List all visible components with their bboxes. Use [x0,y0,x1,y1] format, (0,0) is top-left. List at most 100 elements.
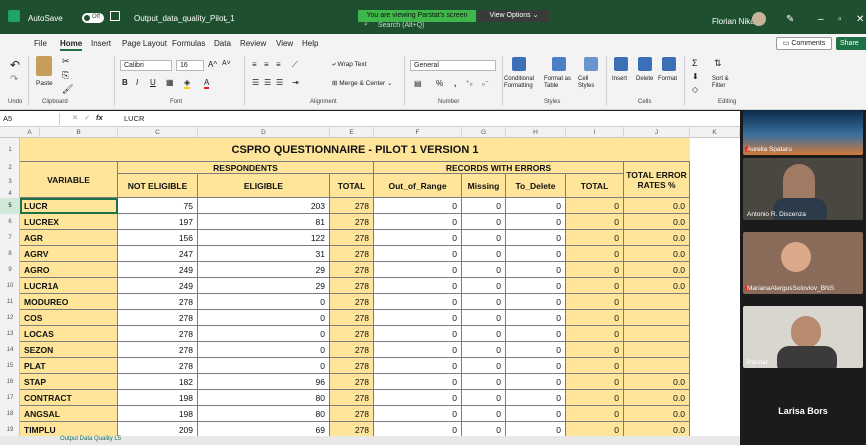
tab-review[interactable]: Review [240,39,266,48]
clear-icon[interactable]: ◇ [692,85,698,94]
cell-total[interactable]: 278 [330,246,374,262]
cell-rate[interactable] [624,358,690,374]
underline-icon[interactable]: U [150,78,156,87]
row-header[interactable]: 12 [0,310,20,326]
cell-err-total[interactable]: 0 [566,326,624,342]
maximize-icon[interactable]: ▫ [838,14,842,25]
cell-err-total[interactable]: 0 [566,246,624,262]
cell-rate[interactable]: 0.0 [624,390,690,406]
cell-total[interactable]: 278 [330,230,374,246]
cell-styles-label[interactable]: Cell Styles [578,76,606,90]
cell-eligible[interactable]: 80 [198,390,330,406]
autosave-toggle[interactable]: Off [82,13,104,23]
tab-file[interactable]: File [34,39,47,48]
font-name-select[interactable]: Calibri [120,60,172,71]
align-right-icon[interactable]: ☰ [276,78,283,87]
cell-to-delete[interactable]: 0 [506,390,566,406]
formula-input[interactable]: LUCR [124,114,144,123]
wrap-text-button[interactable]: ⤶ Wrap Text [332,61,366,69]
cell-to-delete[interactable]: 0 [506,262,566,278]
cell-rate[interactable] [624,310,690,326]
cell-missing[interactable]: 0 [462,326,506,342]
cell-not-eligible[interactable]: 182 [118,374,198,390]
column-header[interactable]: I [566,127,624,138]
undo-icon[interactable]: ↶ [10,58,24,72]
conditional-formatting-icon[interactable] [512,57,526,71]
cell-oor[interactable]: 0 [374,310,462,326]
row-header[interactable]: 1 [0,138,20,162]
cell-missing[interactable]: 0 [462,262,506,278]
cell-eligible[interactable]: 122 [198,230,330,246]
cell-total[interactable]: 278 [330,294,374,310]
cell-total[interactable]: 278 [330,374,374,390]
cell-err-total[interactable]: 0 [566,310,624,326]
column-header[interactable]: A [20,127,40,138]
delete-cells-icon[interactable] [638,57,652,71]
cell-variable[interactable]: COS [20,310,118,326]
cell-err-total[interactable]: 0 [566,358,624,374]
cell-oor[interactable]: 0 [374,390,462,406]
cell-rate[interactable]: 0.0 [624,374,690,390]
align-left-icon[interactable]: ☰ [252,78,259,87]
cell-rate[interactable]: 0.0 [624,198,690,214]
comma-icon[interactable]: , [454,79,456,88]
view-options-button[interactable]: View Options ⌄ [478,10,550,22]
cell-not-eligible[interactable]: 75 [118,198,198,214]
cell-to-delete[interactable]: 0 [506,358,566,374]
row-header[interactable]: 15 [0,358,20,374]
cell-err-total[interactable]: 0 [566,214,624,230]
cell-total[interactable]: 278 [330,358,374,374]
cell-to-delete[interactable]: 0 [506,374,566,390]
cell-variable[interactable]: SEZON [20,342,118,358]
cell-oor[interactable]: 0 [374,358,462,374]
row-header[interactable]: 4 [0,190,20,198]
merge-center-button[interactable]: ⊞ Merge & Center ⌄ [332,79,392,87]
cell-oor[interactable]: 0 [374,198,462,214]
format-label[interactable]: Format [658,76,677,82]
cell-err-total[interactable]: 0 [566,342,624,358]
cell-not-eligible[interactable]: 278 [118,294,198,310]
cell-missing[interactable]: 0 [462,198,506,214]
cell-err-total[interactable]: 0 [566,390,624,406]
cell-rate[interactable] [624,342,690,358]
function-icon[interactable]: fx [96,113,103,122]
save-icon[interactable] [110,11,120,21]
cell-err-total[interactable]: 0 [566,406,624,422]
row-header[interactable]: 2 [0,162,20,174]
cell-eligible[interactable]: 29 [198,262,330,278]
increase-font-icon[interactable]: A^ [208,60,217,69]
cell-to-delete[interactable]: 0 [506,246,566,262]
cut-icon[interactable]: ✂ [62,56,70,67]
sort-filter-icon[interactable]: ⇅ [714,58,722,69]
cell-oor[interactable]: 0 [374,374,462,390]
cell-oor[interactable]: 0 [374,406,462,422]
cell-oor[interactable]: 0 [374,278,462,294]
cell-missing[interactable]: 0 [462,358,506,374]
cell-to-delete[interactable]: 0 [506,214,566,230]
accounting-icon[interactable]: ▤ [414,79,422,88]
font-size-select[interactable]: 16 [176,60,204,71]
sort-filter-label[interactable]: Sort & Filter [712,76,738,90]
tab-help[interactable]: Help [302,39,318,48]
cell-oor[interactable]: 0 [374,262,462,278]
row-header[interactable]: 7 [0,230,20,246]
insert-cells-icon[interactable] [614,57,628,71]
delete-label[interactable]: Delete [636,76,653,82]
column-header[interactable]: G [462,127,506,138]
cell-variable[interactable]: ANGSAL [20,406,118,422]
close-icon[interactable]: ✕ [856,14,864,25]
align-center-icon[interactable]: ☰ [264,78,271,87]
cell-eligible[interactable]: 96 [198,374,330,390]
cell-not-eligible[interactable]: 156 [118,230,198,246]
cell-eligible[interactable]: 0 [198,310,330,326]
cell-err-total[interactable]: 0 [566,294,624,310]
format-as-table-label[interactable]: Format as Table [544,76,576,90]
cell-oor[interactable]: 0 [374,246,462,262]
cell-to-delete[interactable]: 0 [506,230,566,246]
tab-page-layout[interactable]: Page Layout [122,39,167,48]
tab-view[interactable]: View [276,39,293,48]
cell-variable[interactable]: LOCAS [20,326,118,342]
italic-icon[interactable]: I [136,78,138,87]
decrease-font-icon[interactable]: A˅ [222,60,231,67]
cell-rate[interactable]: 0.0 [624,214,690,230]
